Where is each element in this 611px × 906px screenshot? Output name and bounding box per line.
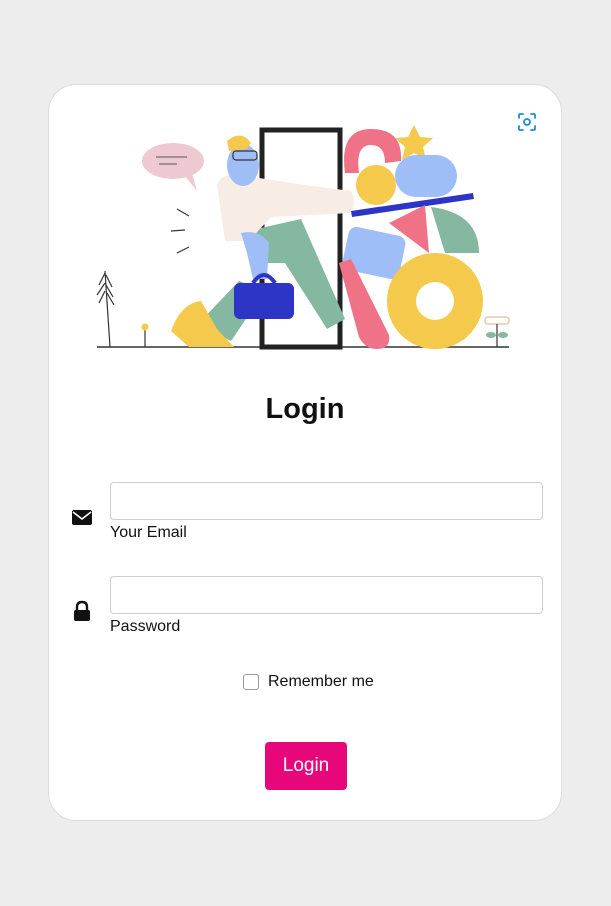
speech-bubble bbox=[142, 143, 204, 191]
login-card: Login Your Email Password Remember me Lo… bbox=[48, 84, 562, 821]
password-label: Password bbox=[110, 618, 181, 635]
remember-me: Remember me bbox=[243, 673, 374, 691]
login-button[interactable]: Login bbox=[265, 742, 347, 790]
email-label: Your Email bbox=[110, 524, 187, 541]
email-input[interactable] bbox=[110, 482, 543, 520]
envelope-icon bbox=[72, 510, 92, 525]
login-illustration bbox=[96, 125, 510, 350]
page-title: Login bbox=[265, 393, 345, 425]
remember-checkbox[interactable] bbox=[243, 674, 259, 690]
password-input[interactable] bbox=[110, 576, 543, 614]
remember-label[interactable]: Remember me bbox=[268, 673, 374, 691]
plant-left bbox=[96, 270, 115, 348]
scan-icon[interactable] bbox=[517, 112, 537, 132]
lock-icon bbox=[74, 600, 90, 621]
